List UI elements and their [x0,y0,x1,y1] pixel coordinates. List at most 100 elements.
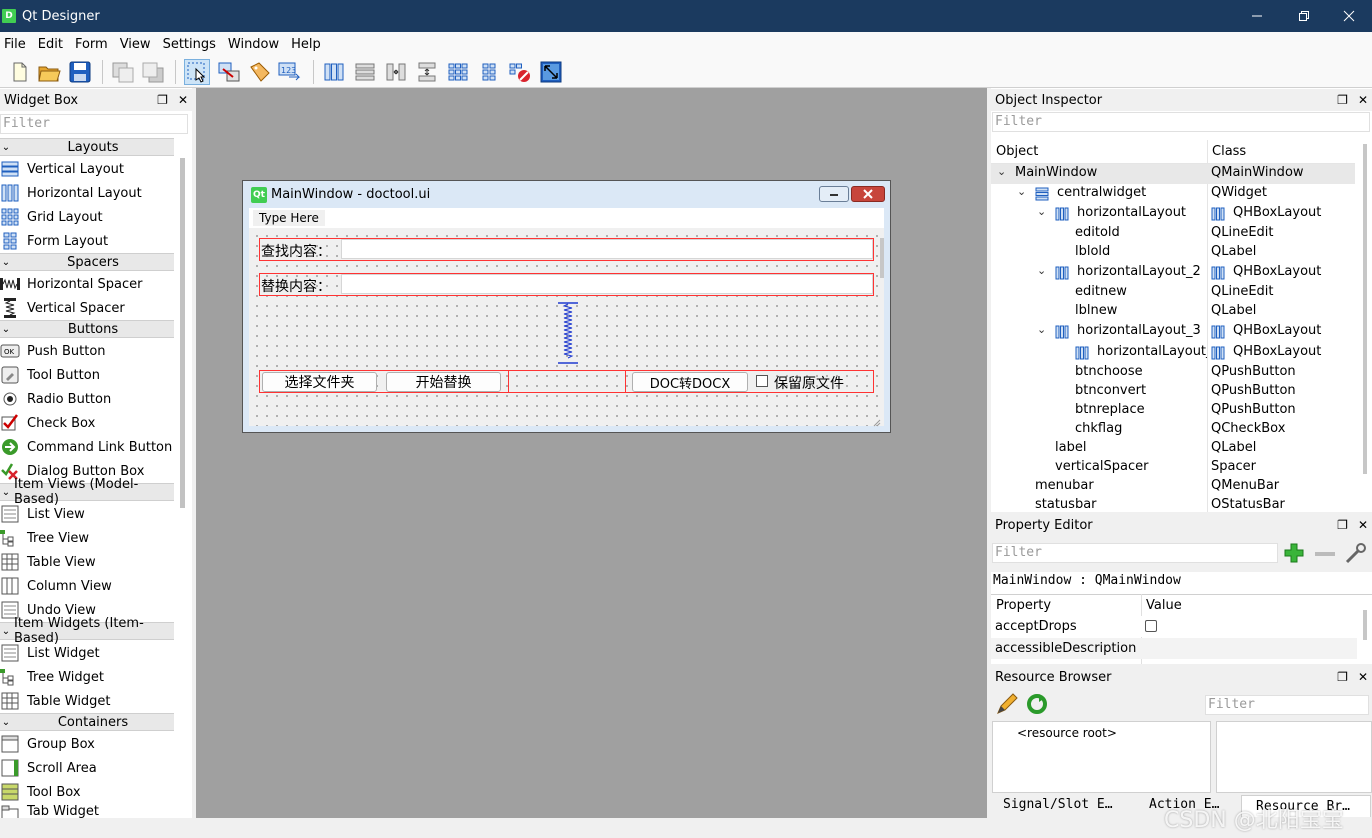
widget-box-scrollbar[interactable] [180,158,185,508]
category-item-widgets[interactable]: ⌄ Item Widgets (Item-Based) [0,616,174,646]
edit-tab-order-icon[interactable]: 123 [277,59,303,85]
widget-box-filter-input[interactable]: Filter [0,114,188,134]
close-icon[interactable]: ✕ [178,93,188,107]
add-dynamic-property-icon[interactable] [1283,542,1307,566]
lay-out-grid-icon[interactable] [445,59,471,85]
resource-tree[interactable]: <resource root> [992,721,1211,793]
widget-grid-layout[interactable]: Grid Layout [0,205,174,229]
edit-buddies-icon[interactable] [246,59,272,85]
close-icon[interactable]: ✕ [1358,518,1368,532]
menu-view[interactable]: View [116,37,159,52]
tree-row-horizontallayout-2[interactable]: ⌄ horizontalLayout_2 QHBoxLayout [991,263,1355,283]
widget-table-view[interactable]: Table View [0,550,174,574]
keep-original-checkbox[interactable] [756,375,768,387]
type-here-menu[interactable]: Type Here [253,210,325,226]
lay-out-form-icon[interactable] [476,59,502,85]
size-grip-icon[interactable] [873,416,881,427]
category-containers[interactable]: ⌄ Containers [0,713,174,731]
widget-tab-widget[interactable]: Tab Widget [0,804,174,818]
choose-folder-button[interactable]: 选择文件夹 [262,372,377,392]
widget-check-box[interactable]: Check Box [0,411,174,435]
property-column-header[interactable]: Property [996,598,1051,613]
widget-radio-button[interactable]: Radio Button [0,387,174,411]
tree-row-editold[interactable]: editold QLineEdit [991,224,1355,244]
float-icon[interactable]: ❐ [1337,518,1348,532]
lay-out-horizontal-splitter-icon[interactable] [383,59,409,85]
widget-command-link-button[interactable]: Command Link Button [0,435,174,459]
property-row-accessibledescription[interactable]: accessibleDescription [991,638,1357,659]
tree-row-lblnew[interactable]: lblnew QLabel [991,302,1355,322]
widget-list-widget[interactable]: List Widget [0,641,174,665]
horizontal-layout-nested[interactable] [508,370,626,393]
menu-form[interactable]: Form [71,37,116,52]
doc-to-docx-button[interactable]: DOC转DOCX [632,372,748,392]
widget-table-widget[interactable]: Table Widget [0,689,174,713]
class-column-header[interactable]: Class [1212,144,1246,159]
tree-row-btnconvert[interactable]: btnconvert QPushButton [991,382,1355,402]
form-window[interactable]: Qt MainWindow - doctool.ui Type Here 查找内… [242,180,891,433]
widget-form-layout[interactable]: Form Layout [0,229,174,253]
resource-filter-input[interactable]: Filter [1205,695,1369,715]
open-form-icon[interactable] [36,59,62,85]
replace-input[interactable] [341,274,873,294]
tree-row-mainwindow[interactable]: ⌄ MainWindow QMainWindow [991,164,1355,184]
form-minimize-icon[interactable] [819,186,849,202]
minimize-icon[interactable] [1234,0,1280,32]
tree-row-btnchoose[interactable]: btnchoose QPushButton [991,363,1355,383]
float-icon[interactable]: ❐ [157,93,168,107]
widget-tree-view[interactable]: Tree View [0,526,174,550]
tree-row-horizontallayout-4[interactable]: horizontalLayout_4 QHBoxLayout [991,343,1355,363]
adjust-size-icon[interactable] [538,59,564,85]
tree-row-centralwidget[interactable]: ⌄ centralwidget QWidget [991,184,1355,204]
widget-list-view[interactable]: List View [0,502,174,526]
menu-edit[interactable]: Edit [34,37,71,52]
widget-push-button[interactable]: OK Push Button [0,339,174,363]
form-close-icon[interactable] [851,186,885,202]
widget-column-view[interactable]: Column View [0,574,174,598]
configure-icon[interactable] [1343,542,1367,566]
category-buttons[interactable]: ⌄ Buttons [0,320,174,338]
close-icon[interactable]: ✕ [1358,670,1368,684]
start-replace-button[interactable]: 开始替换 [386,372,501,392]
break-layout-icon[interactable] [507,59,533,85]
form-scrollbar[interactable] [880,238,884,278]
menu-settings[interactable]: Settings [159,37,224,52]
widget-vertical-layout[interactable]: Vertical Layout [0,157,174,181]
float-icon[interactable]: ❐ [1337,670,1348,684]
widget-group-box[interactable]: Group Box [0,732,174,756]
property-row-acceptdrops[interactable]: acceptDrops [991,616,1357,637]
object-filter-input[interactable]: Filter [992,112,1370,132]
tree-row-horizontallayout-3[interactable]: ⌄ horizontalLayout_3 QHBoxLayout [991,322,1355,342]
reload-icon[interactable] [1025,692,1049,716]
object-column-header[interactable]: Object [996,144,1038,159]
remove-dynamic-property-icon[interactable] [1313,542,1337,566]
category-spacers[interactable]: ⌄ Spacers [0,253,174,271]
widget-horizontal-layout[interactable]: Horizontal Layout [0,181,174,205]
lay-out-vertically-icon[interactable] [352,59,378,85]
widget-vertical-spacer[interactable]: Vertical Spacer [0,296,174,320]
close-icon[interactable] [1326,0,1372,32]
tree-row-horizontallayout[interactable]: ⌄ horizontalLayout QHBoxLayout [991,204,1355,224]
widget-tool-box[interactable]: Tool Box [0,780,174,804]
find-input[interactable] [341,239,873,259]
tree-row-verticalspacer[interactable]: verticalSpacer Spacer [991,458,1355,478]
edit-signals-slots-icon[interactable] [216,59,242,85]
acceptdrops-checkbox[interactable] [1145,620,1157,632]
widget-tool-button[interactable]: Tool Button [0,363,174,387]
vertical-spacer[interactable] [557,302,579,364]
tree-row-lblold[interactable]: lblold QLabel [991,243,1355,263]
maximize-icon[interactable] [1281,0,1327,32]
form-canvas[interactable]: Type Here 查找内容： 替换内容： 选择文件夹 开始替换 DOC转DOC… [249,208,884,427]
tree-row-editnew[interactable]: editnew QLineEdit [991,283,1355,303]
edit-resources-icon[interactable] [995,692,1019,716]
widget-scroll-area[interactable]: Scroll Area [0,756,174,780]
category-item-views[interactable]: ⌄ Item Views (Model-Based) [0,477,174,507]
lay-out-vertical-splitter-icon[interactable] [414,59,440,85]
close-icon[interactable]: ✕ [1358,93,1368,107]
tree-row-menubar[interactable]: menubar QMenuBar [991,477,1355,497]
lay-out-horizontally-icon[interactable] [321,59,347,85]
float-icon[interactable]: ❐ [1337,93,1348,107]
form-title-bar[interactable]: Qt MainWindow - doctool.ui [243,181,890,208]
widget-tree-widget[interactable]: Tree Widget [0,665,174,689]
widget-horizontal-spacer[interactable]: Horizontal Spacer [0,272,174,296]
